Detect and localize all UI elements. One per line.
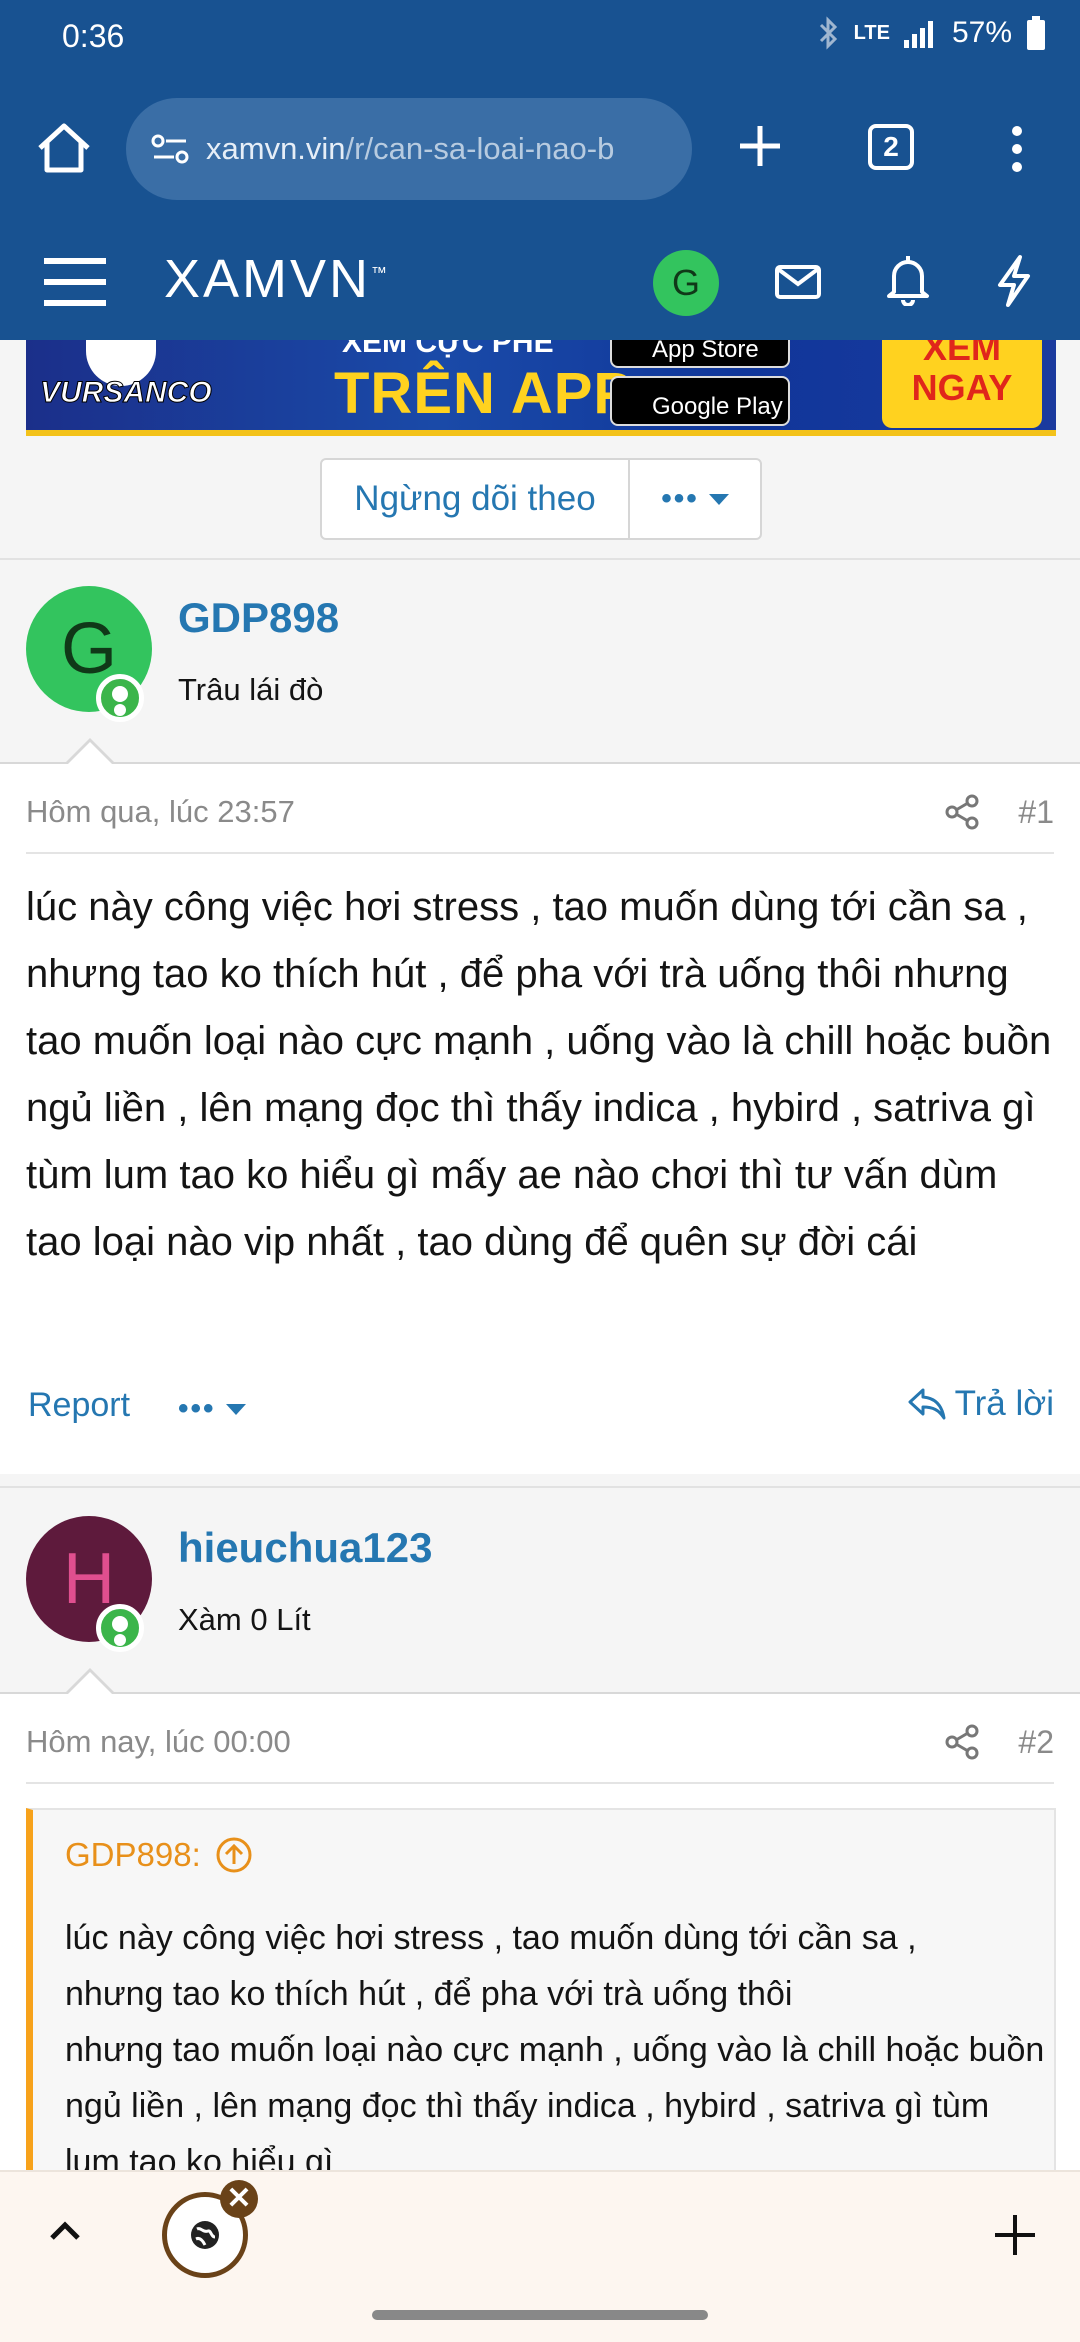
home-indicator[interactable] <box>372 2310 708 2320</box>
google-play-badge: Google Play <box>610 376 790 426</box>
site-logo[interactable]: XAMVN™ <box>164 248 390 310</box>
online-status-icon <box>96 674 144 722</box>
chevron-down-icon <box>708 493 729 505</box>
quote-author: GDP898: <box>65 1836 201 1873</box>
app-store-badge: App Store <box>610 340 790 368</box>
chevron-up-icon[interactable] <box>44 2210 86 2252</box>
post-2-number[interactable]: #2 <box>1018 1724 1054 1761</box>
reply-button[interactable]: Trả lời <box>907 1384 1054 1424</box>
post-1-user-panel <box>0 558 1080 764</box>
site-logo-text: XAMVN <box>164 249 372 309</box>
plus-icon[interactable] <box>992 2212 1038 2258</box>
post-2-date[interactable]: Hôm nay, lúc 00:00 <box>26 1724 291 1760</box>
ad-cta-line-2: NGAY <box>911 367 1013 408</box>
ad-top-line: XEM CỰC PHÊ <box>342 340 554 359</box>
post-1-date[interactable]: Hôm qua, lúc 23:57 <box>26 794 295 830</box>
url-text[interactable]: xamvn.vin/r/can-sa-loai-nao-b <box>206 131 614 167</box>
browser-menu-icon[interactable] <box>1004 124 1030 174</box>
report-link[interactable]: Report <box>28 1386 130 1425</box>
bell-icon[interactable] <box>884 254 932 306</box>
battery-icon <box>1027 16 1045 50</box>
url-bar[interactable]: xamvn.vin/r/can-sa-loai-nao-b <box>126 98 692 200</box>
post-1-more-button[interactable]: ••• <box>178 1394 246 1424</box>
reply-label: Trả lời <box>954 1384 1054 1423</box>
home-icon[interactable] <box>34 118 94 178</box>
post-2-divider <box>26 1782 1054 1784</box>
battery-percent: 57% <box>951 16 1012 49</box>
share-icon[interactable] <box>944 794 980 830</box>
more-dots: ••• <box>661 482 699 515</box>
post-1-text: lúc này công việc hơi stress , tao muốn … <box>26 885 1052 1264</box>
signal-icon <box>903 21 933 48</box>
mail-icon[interactable] <box>774 258 822 306</box>
menu-hamburger-icon[interactable] <box>44 256 106 308</box>
ad-banner[interactable]: VURSANCO XEM CỰC PHÊ TRÊN APP App Store … <box>26 340 1056 436</box>
chevron-down-icon <box>225 1403 246 1415</box>
new-tab-icon[interactable] <box>736 122 784 170</box>
reply-icon <box>908 1388 946 1420</box>
status-icons: LTE 57% <box>818 16 1046 50</box>
more-dots: ••• <box>178 1392 216 1425</box>
bluetooth-icon <box>819 16 837 50</box>
ad-main-line: TRÊN APP <box>334 361 634 426</box>
network-label: LTE <box>853 21 890 44</box>
share-icon[interactable] <box>944 1724 980 1760</box>
post-2-user-title: Xàm 0 Lít <box>178 1602 311 1637</box>
post-1-number[interactable]: #1 <box>1018 794 1054 831</box>
post-2-notch-fill <box>68 1672 112 1694</box>
post-2-user-panel <box>0 1486 1080 1694</box>
post-1-username[interactable]: GDP898 <box>178 594 339 642</box>
thread-tools: Ngừng dõi theo ••• <box>320 458 762 540</box>
unwatch-button[interactable]: Ngừng dõi theo <box>322 460 630 538</box>
post-1-notch-fill <box>68 742 112 764</box>
arrow-up-circle-icon[interactable] <box>215 1836 253 1874</box>
quote-header[interactable]: GDP898: <box>65 1836 253 1874</box>
lightning-icon[interactable] <box>994 254 1034 308</box>
online-status-icon <box>96 1604 144 1652</box>
ad-cta: XEM NGAY <box>882 340 1042 428</box>
site-settings-icon[interactable] <box>146 125 194 173</box>
quote-block: GDP898: lúc này công việc hơi stress , t… <box>26 1808 1056 2178</box>
thread-more-button[interactable]: ••• <box>630 460 760 538</box>
ad-cta-line-1: XEM <box>922 340 1001 368</box>
ad-brand: VURSANCO <box>40 376 213 410</box>
site-logo-mark: ™ <box>371 265 391 282</box>
post-1-user-title: Trâu lái đò <box>178 672 324 707</box>
account-avatar[interactable]: G <box>653 250 719 316</box>
post-2-username[interactable]: hieuchua123 <box>178 1524 432 1572</box>
quote-text: lúc này công việc hơi stress , tao muốn … <box>65 1919 1045 2178</box>
url-domain: xamvn.vin <box>206 131 346 166</box>
url-path: /r/can-sa-loai-nao-b <box>345 131 615 166</box>
post-1-divider <box>26 852 1054 854</box>
tab-count-button[interactable]: 2 <box>868 124 914 170</box>
status-time: 0:36 <box>62 18 125 54</box>
close-bubble-button[interactable]: ✕ <box>220 2180 258 2218</box>
